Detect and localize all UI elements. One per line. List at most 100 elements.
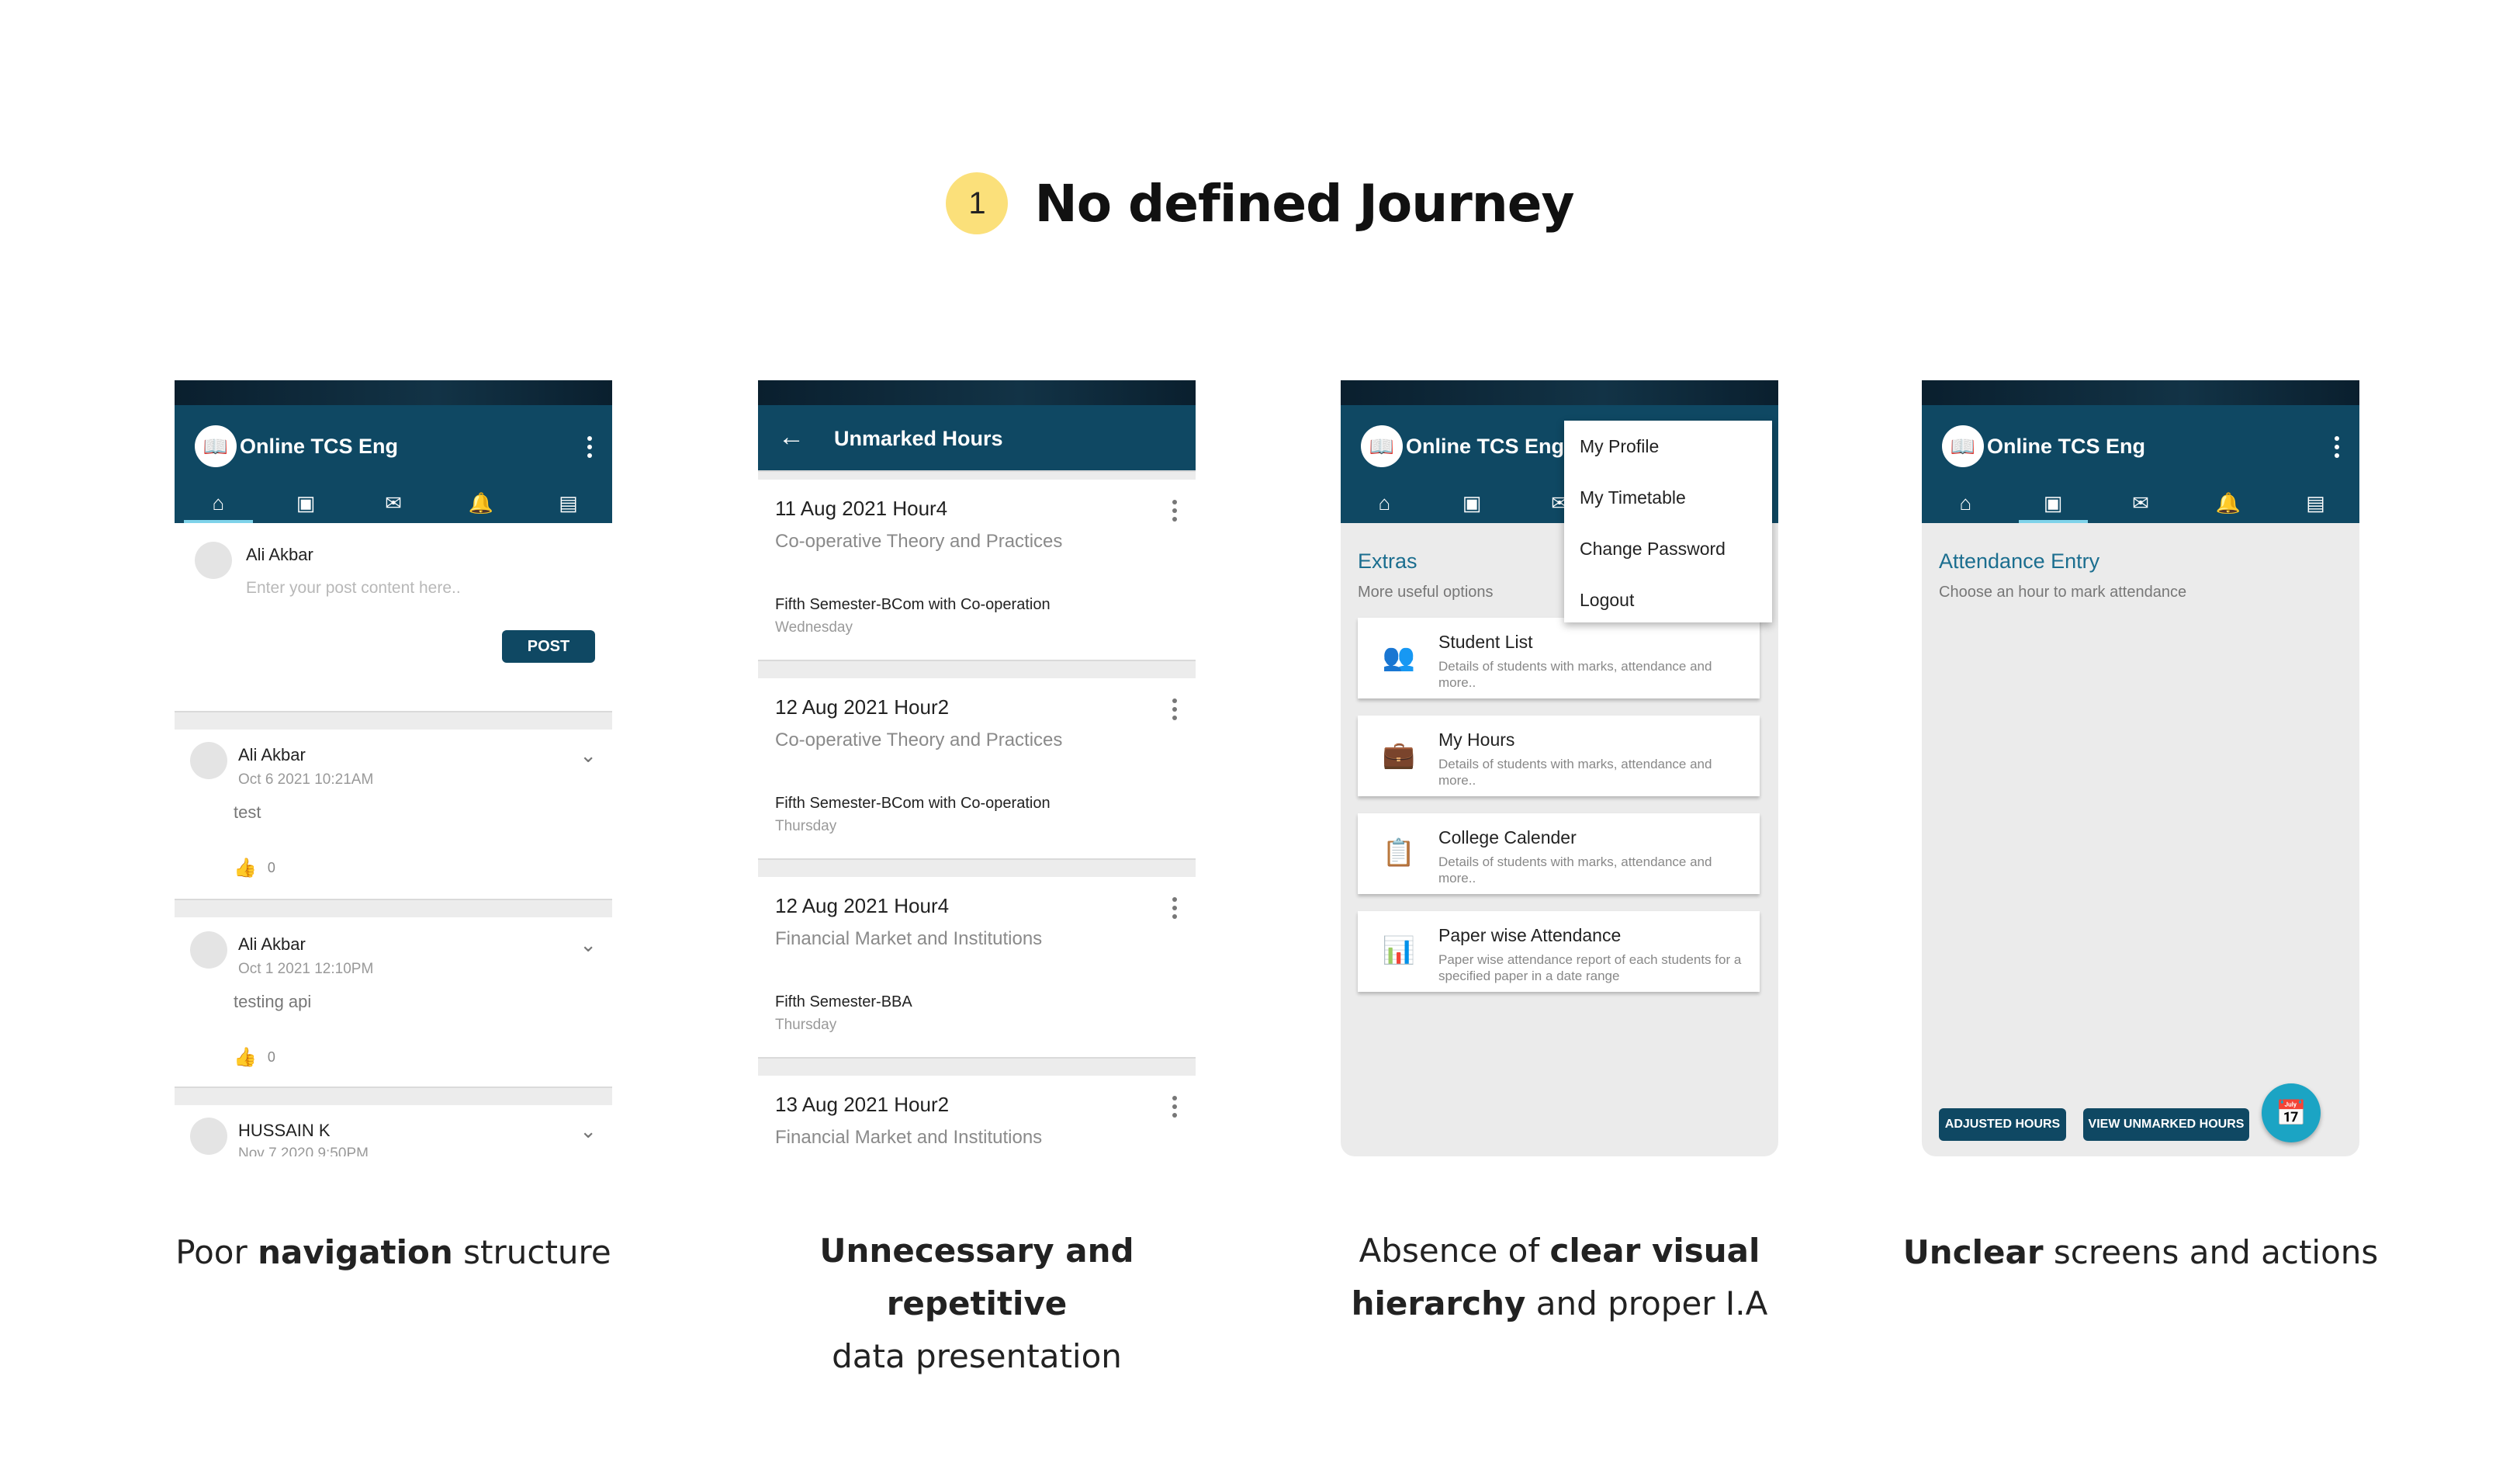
back-arrow-icon[interactable]: ← (778, 422, 805, 452)
like-count: 0 (267, 860, 275, 875)
card-description: Paper wise attendance report of each stu… (1438, 952, 1742, 983)
like-button[interactable]: 👍 0 (234, 857, 275, 879)
bell-icon[interactable]: 🔔 (437, 483, 524, 523)
divider (175, 711, 612, 730)
like-count: 0 (267, 1049, 275, 1065)
post-text: testing api (234, 992, 312, 1011)
card-paper-wise-attendance[interactable]: 📊 Paper wise Attendance Paper wise atten… (1358, 911, 1760, 992)
screen-unmarked-hours: ← Unmarked Hours 11 Aug 2021 Hour4 Co-op… (758, 380, 1196, 1156)
hour-card[interactable]: 12 Aug 2021 Hour4 Financial Market and I… (758, 877, 1196, 1057)
page-heading: 1 No defined Journey (0, 172, 2520, 234)
brand: 📖 Online TCS Eng (1942, 425, 2145, 467)
hour-subject: Co-operative Theory and Practices (775, 730, 1063, 750)
hour-card[interactable]: 13 Aug 2021 Hour2 Financial Market and I… (758, 1076, 1196, 1156)
home-icon[interactable]: ⌂ (1922, 483, 2009, 523)
briefcase-icon: 💼 (1382, 740, 1416, 770)
more-options-icon[interactable] (1172, 897, 1177, 923)
contact-card-icon[interactable]: ▣ (2009, 483, 2097, 523)
logo-icon: 📖 (1942, 425, 1984, 467)
menu-item-change-password[interactable]: Change Password (1580, 539, 1726, 560)
avatar (195, 542, 232, 579)
tab-bar: ⌂ ▣ ✉ 🔔 ▤ (1922, 483, 2359, 523)
caption-visual-hierarchy: Absence of clear visual hierarchy and pr… (1311, 1225, 1808, 1330)
view-unmarked-hours-button[interactable]: VIEW UNMARKED HOURS (2083, 1108, 2249, 1141)
card-description: Details of students with marks, attendan… (1438, 854, 1712, 886)
caption-text: and proper I.A (1525, 1284, 1768, 1322)
card-title: My Hours (1438, 730, 1515, 750)
page-title: No defined Journey (1034, 173, 1574, 234)
caption-unclear-screens: Unclear screens and actions (1892, 1226, 2389, 1279)
brand: 📖 Online TCS Eng (195, 425, 398, 467)
app-name: Online TCS Eng (1987, 434, 2146, 458)
screen-title: Unmarked Hours (834, 427, 1003, 450)
clipboard-icon: 📋 (1382, 838, 1416, 868)
composer-user: Ali Akbar (246, 545, 313, 564)
avatar (190, 1118, 227, 1155)
post-date: Nov 7 2020 9:50PM (238, 1146, 369, 1156)
contact-card-icon[interactable]: ▣ (262, 483, 350, 523)
more-options-icon[interactable] (1172, 1096, 1177, 1121)
app-name: Online TCS Eng (1406, 434, 1565, 458)
divider (758, 660, 1196, 678)
more-options-icon[interactable] (1172, 698, 1177, 724)
chevron-down-icon[interactable]: ⌄ (580, 933, 597, 957)
post-author: Ali Akbar (238, 745, 306, 764)
clipboard-icon[interactable]: ▤ (2272, 483, 2359, 523)
overflow-menu-icon[interactable] (587, 436, 592, 462)
adjusted-hours-button[interactable]: ADJUSTED HOURS (1939, 1108, 2066, 1141)
card-my-hours[interactable]: 💼 My Hours Details of students with mark… (1358, 716, 1760, 796)
app-bar: ← Unmarked Hours (758, 405, 1196, 470)
caption-text: screens and actions (2043, 1233, 2379, 1271)
more-options-icon[interactable] (1172, 500, 1177, 525)
caption-emphasis: clear visual (1549, 1232, 1760, 1270)
hour-card[interactable]: 12 Aug 2021 Hour2 Co-operative Theory an… (758, 678, 1196, 858)
bell-icon[interactable]: 🔔 (2184, 483, 2272, 523)
caption-emphasis: Unclear (1902, 1233, 2044, 1271)
menu-item-logout[interactable]: Logout (1580, 590, 1634, 611)
calendar-icon[interactable]: 📅 (2262, 1083, 2321, 1142)
list-item[interactable]: Ali Akbar Oct 6 2021 10:21AM test 👍 0 ⌄ (175, 730, 612, 899)
clipboard-icon[interactable]: ▤ (524, 483, 612, 523)
chevron-down-icon[interactable]: ⌄ (580, 743, 597, 768)
card-description: Details of students with marks, attendan… (1438, 757, 1712, 788)
hour-course: Fifth Semester-BCom with Co-operation (775, 596, 1051, 613)
divider (175, 1087, 612, 1105)
post-author: HUSSAIN K (238, 1121, 331, 1140)
list-item[interactable]: Ali Akbar Oct 1 2021 12:10PM testing api… (175, 917, 612, 1087)
mail-icon[interactable]: ✉ (2097, 483, 2185, 523)
caption-emphasis: Unnecessary and repetitive (819, 1232, 1134, 1322)
status-bar (758, 380, 1196, 405)
status-bar (175, 380, 612, 405)
logo-icon: 📖 (195, 425, 237, 467)
card-title: Student List (1438, 632, 1533, 652)
home-icon[interactable]: ⌂ (175, 483, 262, 523)
hour-card[interactable]: 11 Aug 2021 Hour4 Co-operative Theory an… (758, 480, 1196, 660)
hour-course: Fifth Semester-BCom with Co-operation (775, 795, 1051, 812)
bar-chart-icon: 📊 (1382, 936, 1416, 965)
contact-card-icon[interactable]: ▣ (1428, 483, 1516, 523)
step-number-badge: 1 (946, 172, 1009, 234)
caption-emphasis: hierarchy (1351, 1284, 1526, 1322)
mail-icon[interactable]: ✉ (350, 483, 438, 523)
post-button[interactable]: POST (502, 630, 595, 663)
list-item[interactable]: HUSSAIN K Nov 7 2020 9:50PM ⌄ (175, 1105, 612, 1156)
hour-day: Thursday (775, 1017, 837, 1033)
divider (758, 1057, 1196, 1076)
menu-item-my-profile[interactable]: My Profile (1580, 436, 1659, 457)
menu-item-my-timetable[interactable]: My Timetable (1580, 487, 1686, 508)
hour-day: Thursday (775, 818, 837, 834)
chevron-down-icon[interactable]: ⌄ (580, 1119, 597, 1143)
app-name: Online TCS Eng (240, 434, 399, 458)
section-title: Attendance Entry (1939, 549, 2100, 573)
home-icon[interactable]: ⌂ (1341, 483, 1428, 523)
card-student-list[interactable]: 👥 Student List Details of students with … (1358, 618, 1760, 698)
hour-title: 12 Aug 2021 Hour4 (775, 894, 950, 917)
tab-bar: ⌂ ▣ ✉ 🔔 ▤ (175, 483, 612, 523)
divider (175, 899, 612, 917)
like-button[interactable]: 👍 0 (234, 1046, 275, 1069)
card-college-calender[interactable]: 📋 College Calender Details of students w… (1358, 813, 1760, 894)
hour-subject: Financial Market and Institutions (775, 928, 1043, 949)
overflow-menu-icon[interactable] (2335, 436, 2339, 462)
post-input[interactable]: Enter your post content here.. (246, 579, 461, 598)
people-icon: 👥 (1382, 643, 1416, 672)
